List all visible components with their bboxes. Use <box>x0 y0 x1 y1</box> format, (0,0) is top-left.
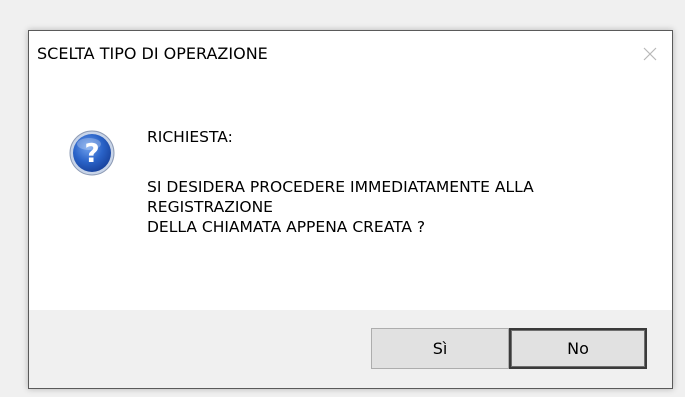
question-icon: ? <box>69 130 115 176</box>
button-bar: Sì No <box>29 310 672 388</box>
no-button[interactable]: No <box>509 328 647 369</box>
dialog-title: SCELTA TIPO DI OPERAZIONE <box>37 44 268 63</box>
yes-button[interactable]: Sì <box>371 328 509 369</box>
close-icon <box>643 47 657 61</box>
close-button[interactable] <box>628 31 672 77</box>
title-bar[interactable]: SCELTA TIPO DI OPERAZIONE <box>29 31 672 79</box>
message-line: SI DESIDERA PROCEDERE IMMEDIATAMENTE ALL… <box>147 178 534 196</box>
message-line: DELLA CHIAMATA APPENA CREATA ? <box>147 218 426 236</box>
message-header: RICHIESTA: <box>147 128 233 146</box>
svg-text:?: ? <box>84 139 99 169</box>
confirm-dialog: SCELTA TIPO DI OPERAZIONE ? RICHIESTA: S… <box>28 30 673 389</box>
message-line: REGISTRAZIONE <box>147 198 273 216</box>
